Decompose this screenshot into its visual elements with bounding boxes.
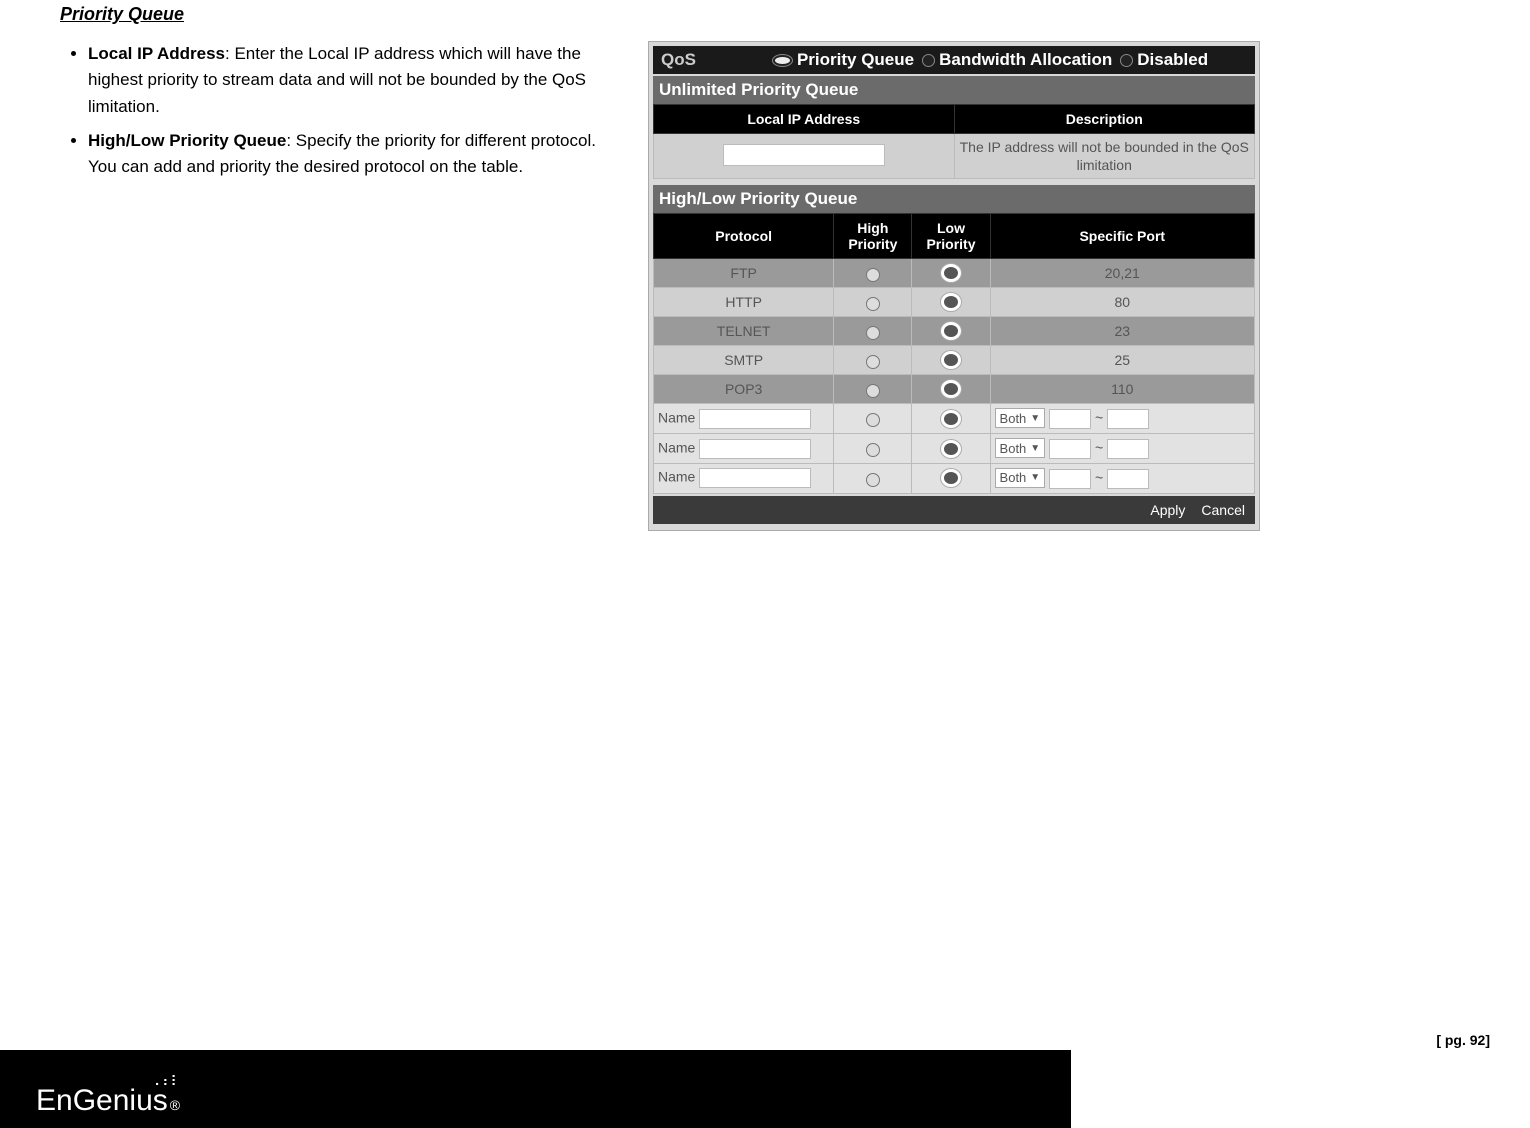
low-priority-radio[interactable] — [940, 379, 962, 399]
bullet-priority-queue: High/Low Priority Queue: Specify the pri… — [88, 128, 620, 181]
table-row: FTP 20,21 — [654, 259, 1255, 288]
low-priority-radio[interactable] — [940, 263, 962, 283]
qos-radio-priority-queue[interactable]: Priority Queue — [772, 50, 914, 70]
col-description: Description — [954, 105, 1255, 134]
unlimited-queue-heading: Unlimited Priority Queue — [653, 76, 1255, 104]
name-label: Name — [658, 439, 695, 455]
high-priority-radio[interactable] — [866, 326, 880, 340]
priority-queue-table: Protocol High Priority Low Priority Spec… — [653, 213, 1255, 493]
protocol-cell: HTTP — [654, 288, 834, 317]
low-priority-radio[interactable] — [940, 350, 962, 370]
port-cell: 80 — [990, 288, 1254, 317]
high-priority-radio[interactable] — [866, 268, 880, 282]
port-cell: 23 — [990, 317, 1254, 346]
bullet-label: High/Low Priority Queue — [88, 131, 286, 150]
radio-dot-icon — [1120, 54, 1133, 67]
bullet-local-ip: Local IP Address: Enter the Local IP add… — [88, 41, 620, 120]
col-local-ip: Local IP Address — [654, 105, 955, 134]
port-from-input[interactable] — [1049, 439, 1091, 459]
chevron-down-icon: ▼ — [1030, 472, 1040, 483]
port-from-input[interactable] — [1049, 469, 1091, 489]
port-type-select[interactable]: Both▼ — [995, 438, 1046, 458]
port-from-input[interactable] — [1049, 409, 1091, 429]
name-label: Name — [658, 469, 695, 485]
unlimited-queue-table: Local IP Address Description The IP addr… — [653, 104, 1255, 179]
bullet-label: Local IP Address — [88, 44, 225, 63]
radio-dot-icon — [922, 54, 935, 67]
custom-row: Name Both▼ ~ — [654, 404, 1255, 434]
qos-radio-bandwidth[interactable]: Bandwidth Allocation — [922, 50, 1112, 70]
port-to-input[interactable] — [1107, 469, 1149, 489]
cancel-button[interactable]: Cancel — [1201, 502, 1245, 518]
low-priority-radio[interactable] — [940, 439, 962, 459]
apply-button[interactable]: Apply — [1150, 502, 1185, 518]
low-priority-radio[interactable] — [940, 468, 962, 488]
description-column: Local IP Address: Enter the Local IP add… — [60, 41, 620, 189]
custom-row: Name Both▼ ~ — [654, 463, 1255, 493]
qos-radio-disabled[interactable]: Disabled — [1120, 50, 1208, 70]
col-protocol: Protocol — [654, 214, 834, 259]
local-ip-cell — [654, 134, 955, 179]
high-priority-radio[interactable] — [866, 473, 880, 487]
high-priority-radio[interactable] — [866, 297, 880, 311]
col-port: Specific Port — [990, 214, 1254, 259]
name-input[interactable] — [699, 409, 811, 429]
port-type-select[interactable]: Both▼ — [995, 408, 1046, 428]
local-ip-input[interactable] — [723, 144, 885, 166]
page-number: [ pg. 92] — [1436, 1032, 1490, 1048]
qos-mode-row: QoS Priority Queue Bandwidth Allocation … — [653, 46, 1255, 74]
name-input[interactable] — [699, 439, 811, 459]
port-to-input[interactable] — [1107, 409, 1149, 429]
protocol-cell: POP3 — [654, 375, 834, 404]
port-cell: 25 — [990, 346, 1254, 375]
high-priority-radio[interactable] — [866, 355, 880, 369]
description-cell: The IP address will not be bounded in th… — [954, 134, 1255, 179]
low-priority-radio[interactable] — [940, 321, 962, 341]
chevron-down-icon: ▼ — [1030, 443, 1040, 454]
engenius-logo: EnGenius® ⠄⠆⠇ — [36, 1084, 180, 1118]
col-high: High Priority — [834, 214, 912, 259]
radio-dot-icon — [772, 54, 793, 67]
port-cell: 110 — [990, 375, 1254, 404]
high-priority-radio[interactable] — [866, 443, 880, 457]
button-bar: Apply Cancel — [653, 496, 1255, 524]
chevron-down-icon: ▼ — [1030, 413, 1040, 424]
high-priority-radio[interactable] — [866, 413, 880, 427]
table-row: POP3 110 — [654, 375, 1255, 404]
qos-label: QoS — [661, 50, 696, 70]
port-cell: 20,21 — [990, 259, 1254, 288]
low-priority-radio[interactable] — [940, 292, 962, 312]
low-priority-radio[interactable] — [940, 409, 962, 429]
high-priority-radio[interactable] — [866, 384, 880, 398]
screenshot-panel: QoS Priority Queue Bandwidth Allocation … — [648, 41, 1260, 531]
priority-queue-heading: High/Low Priority Queue — [653, 185, 1255, 213]
name-label: Name — [658, 409, 695, 425]
port-type-select[interactable]: Both▼ — [995, 468, 1046, 488]
name-input[interactable] — [699, 468, 811, 488]
custom-row: Name Both▼ ~ — [654, 434, 1255, 464]
table-row: TELNET 23 — [654, 317, 1255, 346]
table-row: SMTP 25 — [654, 346, 1255, 375]
port-to-input[interactable] — [1107, 439, 1149, 459]
protocol-cell: TELNET — [654, 317, 834, 346]
wifi-icon: ⠄⠆⠇ — [154, 1073, 179, 1090]
col-low: Low Priority — [912, 214, 990, 259]
page-footer: EnGenius® ⠄⠆⠇ — [0, 1050, 1530, 1128]
protocol-cell: SMTP — [654, 346, 834, 375]
table-row: HTTP 80 — [654, 288, 1255, 317]
protocol-cell: FTP — [654, 259, 834, 288]
section-title: Priority Queue — [60, 4, 1470, 25]
